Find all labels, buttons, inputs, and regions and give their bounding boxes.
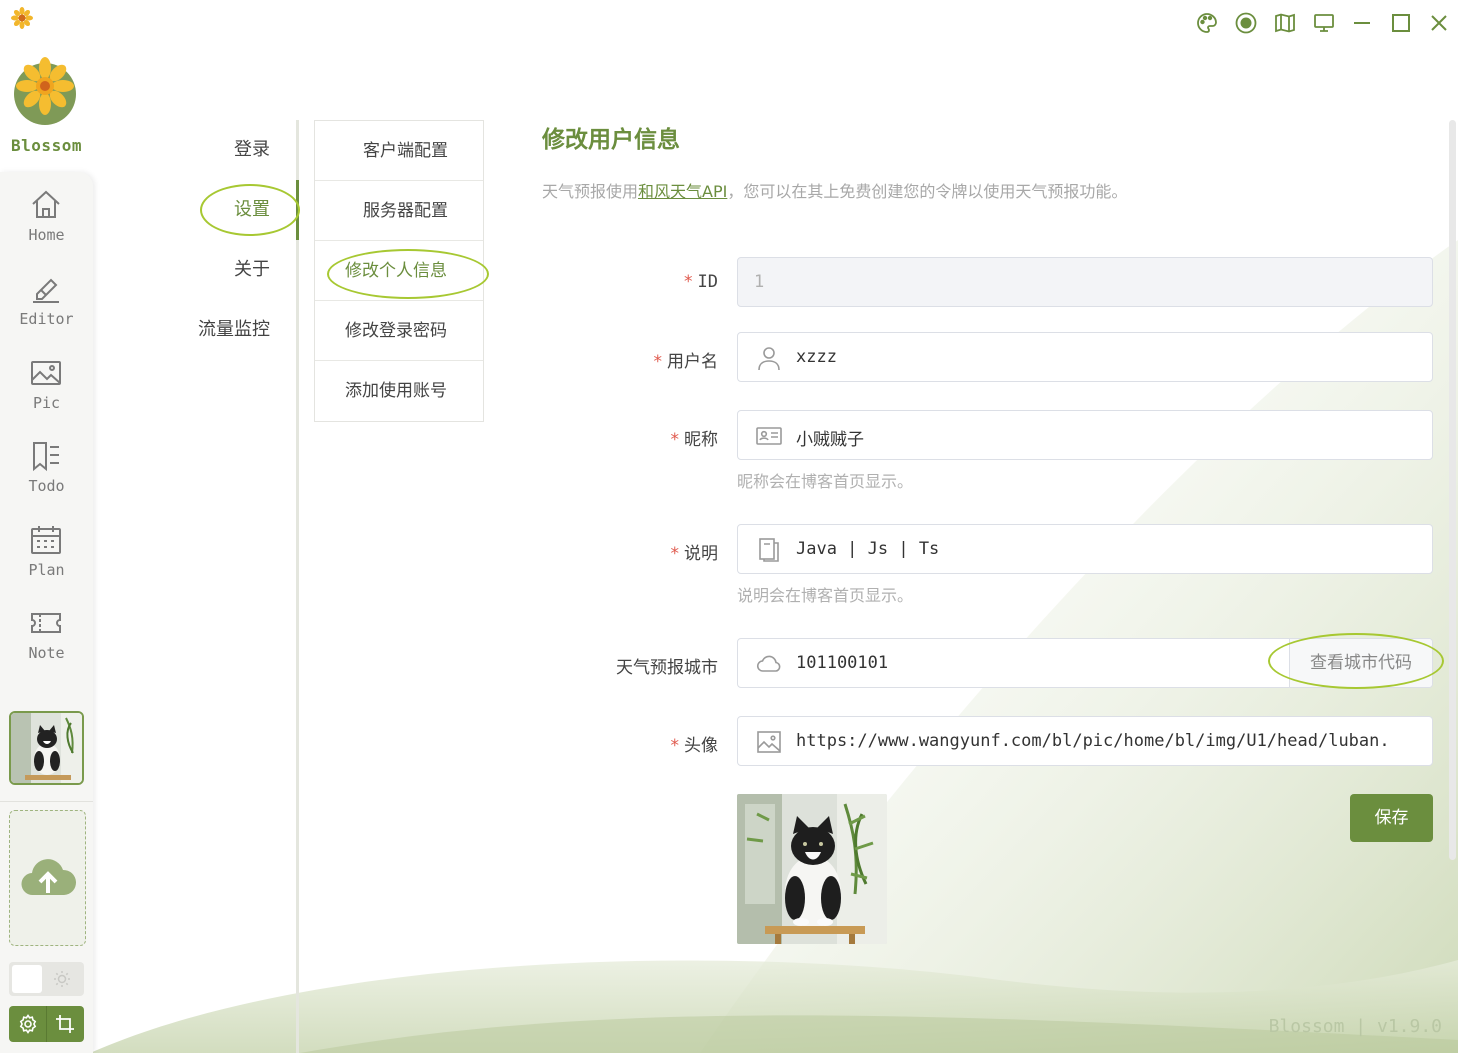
input-value: 1 (754, 272, 765, 292)
avatar[interactable] (9, 711, 84, 785)
sidebar: Home Editor Pic Todo Plan Note (0, 172, 93, 1053)
sidebar-item-todo[interactable]: Todo (0, 439, 93, 519)
sidebar-item-note[interactable]: Note (0, 606, 93, 686)
sidebar-item-editor[interactable]: Editor (0, 272, 93, 352)
divider (0, 801, 93, 802)
maximize-icon[interactable] (1387, 9, 1415, 37)
book-icon[interactable] (1271, 9, 1299, 37)
close-icon[interactable] (1425, 9, 1453, 37)
label-text: 用户名 (667, 352, 718, 372)
settings-nav-about[interactable]: 关于 (234, 240, 270, 300)
avatar-label: * 头像 (670, 736, 719, 756)
record-icon[interactable] (1232, 9, 1260, 37)
input-value: xzzz (796, 347, 837, 367)
sidebar-item-label: Home (28, 226, 65, 244)
sub-nav: 客户端配置 服务器配置 修改个人信息 修改登录密码 添加使用账号 (314, 120, 484, 422)
remark-label: * 说明 (670, 544, 719, 564)
input-value: https://www.wangyunf.com/bl/pic/home/bl/… (796, 731, 1390, 751)
version-label: Blossom | v1.9.0 (1268, 1016, 1442, 1037)
palette-icon[interactable] (1193, 9, 1221, 37)
cloud-icon (756, 655, 781, 672)
toggle-knob (12, 965, 42, 993)
id-field: 1 (737, 257, 1433, 307)
title-bar (0, 0, 1458, 46)
theme-toggle[interactable] (9, 962, 84, 996)
username-label: * 用户名 (653, 352, 719, 372)
scrollbar[interactable] (1449, 120, 1456, 860)
profile-form: 修改用户信息 天气预报使用和风天气API，您可以在其上免费创建您的令牌以使用天气… (540, 110, 1440, 1010)
desc-text: ，您可以在其上免费创建您的令牌以使用天气预报功能。 (727, 182, 1128, 201)
nav-divider (296, 120, 299, 1053)
desc-text: 天气预报使用 (542, 182, 639, 201)
ticket-icon (31, 613, 61, 633)
id-label: * ID (684, 272, 718, 292)
home-icon (32, 190, 60, 218)
sidebar-item-label: Editor (19, 310, 74, 328)
save-button[interactable]: 保存 (1350, 794, 1433, 842)
sidebar-item-label: Note (28, 644, 65, 662)
view-city-code-button[interactable]: 查看城市代码 (1289, 639, 1432, 687)
id-card-icon (756, 427, 782, 445)
city-label: 天气预报城市 (616, 653, 718, 678)
avatar-url-field[interactable]: https://www.wangyunf.com/bl/pic/home/bl/… (737, 716, 1433, 766)
nickname-hint: 昵称会在博客首页显示。 (737, 472, 914, 491)
label-text: 头像 (684, 736, 718, 756)
sub-nav-change-password[interactable]: 修改登录密码 (315, 301, 483, 361)
sidebar-item-home[interactable]: Home (0, 188, 93, 268)
username-field[interactable]: xzzz (737, 332, 1433, 382)
picture-icon (31, 361, 61, 385)
settings-nav-login[interactable]: 登录 (234, 120, 270, 180)
app-logo-icon (11, 7, 33, 29)
sidebar-item-label: Todo (28, 477, 65, 495)
bottom-toolbar (9, 1006, 84, 1042)
cat-photo (737, 794, 887, 944)
sun-icon (54, 971, 70, 987)
sidebar-item-plan[interactable]: Plan (0, 523, 93, 603)
editor-icon (33, 278, 59, 303)
blossom-logo-icon (14, 57, 76, 125)
city-field[interactable]: 101100101 查看城市代码 (737, 638, 1433, 688)
page-title: 修改用户信息 (542, 127, 680, 153)
sub-nav-add-account[interactable]: 添加使用账号 (315, 361, 483, 421)
user-icon (758, 347, 780, 371)
cloud-upload-icon (21, 859, 77, 896)
calendar-icon (31, 526, 61, 554)
input-value: Java | Js | Ts (796, 539, 940, 559)
label-text: ID (697, 272, 718, 292)
settings-nav-settings[interactable]: 设置 (234, 180, 270, 240)
sub-nav-edit-profile[interactable]: 修改个人信息 (315, 241, 483, 301)
upload-dropzone[interactable] (9, 810, 86, 946)
sidebar-item-label: Pic (32, 394, 61, 412)
remark-field[interactable]: Java | Js | Ts (737, 524, 1433, 574)
app-window: Blossom Home Editor Pic Todo Plan Note 登… (0, 0, 1458, 1053)
sub-nav-server-config[interactable]: 服务器配置 (315, 181, 483, 241)
sub-nav-client-config[interactable]: 客户端配置 (315, 121, 483, 181)
input-value: 小贼贼子 (796, 430, 864, 450)
monitor-icon[interactable] (1310, 9, 1338, 37)
image-icon (757, 731, 781, 753)
sidebar-item-pic[interactable]: Pic (0, 356, 93, 436)
cat-photo (11, 713, 82, 783)
input-value: 101100101 (796, 653, 889, 673)
sidebar-item-label: Plan (28, 561, 65, 579)
minimize-icon[interactable] (1348, 9, 1376, 37)
label-text: 说明 (684, 544, 718, 564)
avatar-preview (737, 794, 887, 944)
brand-name: Blossom (11, 136, 82, 155)
label-text: 昵称 (684, 430, 718, 450)
document-icon (759, 538, 779, 562)
settings-nav: 登录 设置 关于 流量监控 (120, 120, 300, 1053)
active-indicator (296, 180, 299, 240)
qweather-api-link[interactable]: 和风天气API (638, 182, 727, 201)
page-description: 天气预报使用和风天气API，您可以在其上免费创建您的令牌以使用天气预报功能。 (542, 178, 1127, 202)
nickname-label: * 昵称 (670, 430, 719, 450)
brand: Blossom (0, 50, 93, 160)
nickname-field[interactable]: 小贼贼子 (737, 410, 1433, 460)
todo-icon (33, 442, 59, 472)
label-text: 天气预报城市 (616, 658, 718, 678)
crop-icon[interactable] (46, 1006, 83, 1042)
settings-gear-icon[interactable] (9, 1006, 46, 1042)
settings-nav-traffic[interactable]: 流量监控 (198, 300, 270, 360)
remark-hint: 说明会在博客首页显示。 (737, 586, 914, 605)
